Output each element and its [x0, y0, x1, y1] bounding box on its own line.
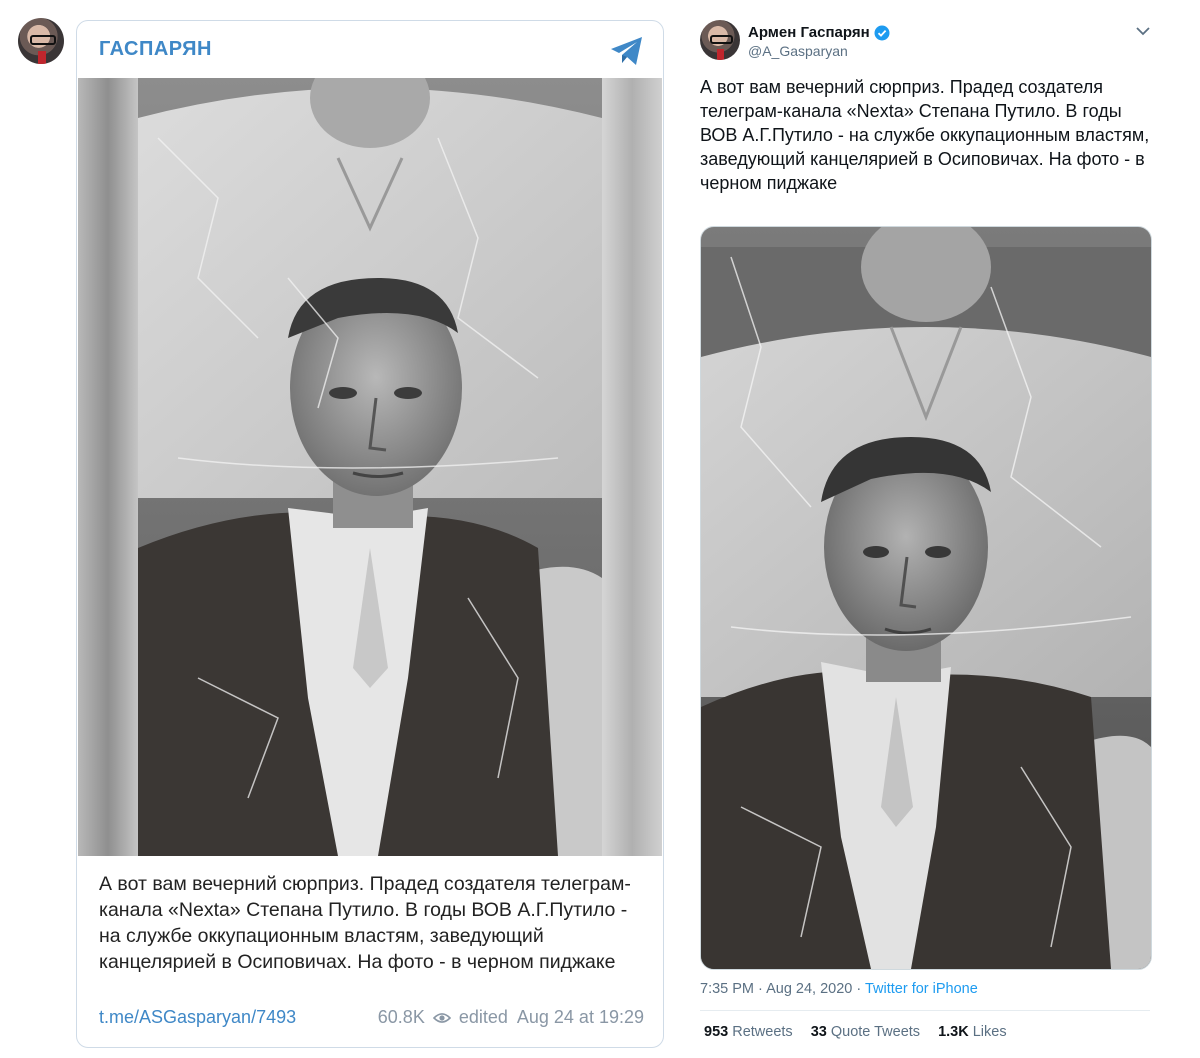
historical-photo[interactable] — [701, 227, 1151, 969]
avatar-glasses — [710, 35, 733, 44]
chevron-down-icon[interactable] — [1134, 24, 1152, 38]
photo-container[interactable] — [78, 78, 662, 856]
likes-count: 1.3K — [938, 1024, 969, 1040]
message-meta: 60.8K edited Aug 24 at 19:29 — [378, 1007, 644, 1028]
photo-blur-left — [78, 78, 138, 856]
quote-tweets-stat[interactable]: 33 Quote Tweets — [811, 1024, 920, 1040]
tweet-media[interactable] — [700, 226, 1152, 970]
retweets-label: Retweets — [732, 1024, 793, 1040]
avatar-tie — [38, 51, 46, 64]
tweet-text: А вот вам вечерний сюрприз. Прадед созда… — [700, 77, 1150, 193]
edited-timestamp: edited Aug 24 at 19:29 — [458, 1007, 644, 1027]
channel-name[interactable]: ГАСПАРЯН — [99, 38, 212, 61]
tweet-timestamp: 7:35 PM · Aug 24, 2020 · Twitter for iPh… — [700, 981, 978, 997]
message-footer: t.me/ASGasparyan/7493 60.8K edited Aug 2… — [99, 1007, 644, 1033]
telegram-plane-icon[interactable] — [609, 35, 645, 67]
retweets-stat[interactable]: 953 Retweets — [704, 1024, 793, 1040]
view-count: 60.8K — [377, 1007, 425, 1027]
photo-illustration — [138, 78, 602, 856]
author-handle[interactable]: @A_Gasparyan — [748, 43, 848, 59]
tweet-source[interactable]: Twitter for iPhone — [865, 981, 978, 997]
historical-photo[interactable] — [138, 78, 602, 856]
photo-blur-right — [602, 78, 662, 856]
quote-label: Quote Tweets — [830, 1024, 921, 1040]
likes-stat[interactable]: 1.3K Likes — [938, 1024, 1007, 1040]
post-link[interactable]: t.me/ASGasparyan/7493 — [99, 1007, 296, 1028]
tweet-stats: 953 Retweets 33 Quote Tweets 1.3K Likes — [704, 1024, 1007, 1040]
timestamp-text[interactable]: 7:35 PM · Aug 24, 2020 · — [700, 981, 865, 997]
author-avatar[interactable] — [700, 20, 740, 60]
avatar-tie — [717, 49, 724, 60]
divider — [700, 1010, 1150, 1011]
eye-icon — [432, 1012, 451, 1023]
verified-badge-icon — [874, 25, 890, 40]
channel-avatar[interactable] — [18, 18, 64, 64]
message-text: А вот вам вечерний сюрприз. Прадед созда… — [99, 873, 631, 973]
photo-illustration — [701, 227, 1151, 969]
quote-count: 33 — [810, 1024, 827, 1040]
author-name[interactable]: Армен Гаспарян — [748, 24, 890, 41]
avatar-glasses — [30, 35, 56, 45]
likes-label: Likes — [972, 1024, 1007, 1040]
telegram-post-card: ГАСПАРЯН А вот вам вечерний сюрприз. Пра… — [76, 20, 664, 1048]
retweets-count: 953 — [704, 1024, 729, 1040]
display-name[interactable]: Армен Гаспарян — [748, 24, 870, 41]
